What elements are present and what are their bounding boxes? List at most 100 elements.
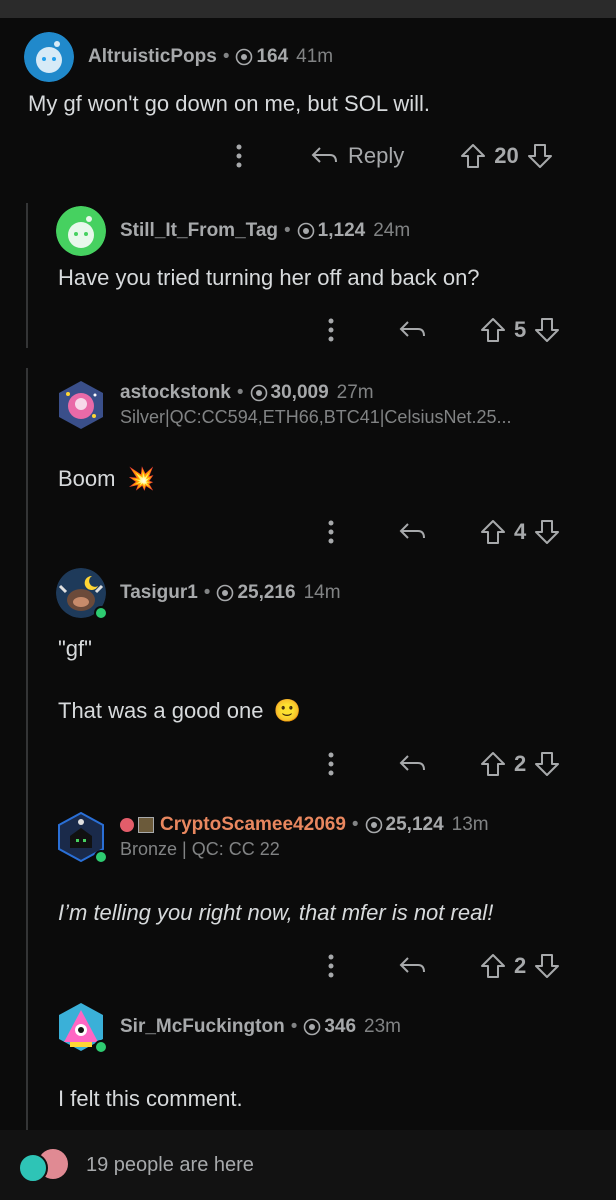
karma-icon (250, 384, 267, 402)
comment-actions: 2 (316, 946, 560, 986)
comment-header: AltruisticPops • 164 41m (24, 32, 333, 82)
status-bar (0, 0, 616, 18)
avatar-wrapper (56, 812, 108, 864)
karma-icon (297, 222, 314, 240)
comment-body: I felt this comment. (58, 1086, 243, 1111)
online-status-icon (94, 850, 108, 864)
karma-icon (365, 816, 382, 834)
karma-count: 25,216 (237, 582, 296, 603)
comment-body: Have you tried turning her off and back … (58, 265, 480, 290)
explosion-emoji: 💥 (127, 466, 156, 491)
separator-dot: • (290, 1016, 298, 1037)
presence-bar[interactable]: 19 people are here (0, 1130, 616, 1200)
reply-icon[interactable] (398, 955, 426, 977)
comment: astockstonk • 30,009 27m Silver|QC:CC594… (0, 368, 616, 568)
comment: Tasigur1 • 25,216 14m "gf" That was a go… (0, 558, 616, 808)
username[interactable]: AltruisticPops (88, 46, 217, 68)
vote-count: 2 (514, 953, 527, 978)
karma-icon (236, 48, 253, 66)
comment-text: That was a good one (58, 698, 264, 723)
username[interactable]: CryptoScamee42069 (160, 814, 346, 836)
upvote-icon[interactable] (480, 751, 506, 777)
upvote-icon[interactable] (460, 143, 486, 169)
more-options-icon[interactable] (316, 318, 346, 342)
karma-count: 25,124 (385, 814, 444, 835)
presence-avatars (14, 1147, 70, 1183)
avatar[interactable] (56, 206, 106, 256)
comment-actions: 5 (316, 310, 560, 350)
username[interactable]: Tasigur1 (120, 582, 198, 604)
reply-icon (311, 147, 337, 163)
avatar-wrapper (56, 568, 108, 620)
comment-header: CryptoScamee42069 • 25,124 13m Bronze | … (56, 812, 489, 864)
downvote-icon[interactable] (534, 953, 560, 979)
comment-actions: 4 (316, 512, 560, 552)
karma-icon (304, 1018, 321, 1036)
comment-text: Boom (58, 466, 116, 491)
upvote-icon[interactable] (480, 953, 506, 979)
karma-count: 30,009 (270, 382, 329, 403)
vote-count: 5 (514, 317, 527, 342)
reply-icon[interactable] (398, 521, 426, 543)
user-flair: Silver|QC:CC594,ETH66,BTC41|CelsiusNet.2… (120, 407, 512, 427)
comment-header: astockstonk • 30,009 27m Silver|QC:CC594… (56, 380, 512, 430)
avatar[interactable] (24, 32, 74, 82)
comment-feed[interactable]: AltruisticPops • 164 41m My gf won't go … (0, 18, 616, 1130)
karma-count: 164 (256, 46, 289, 67)
comment-header: Still_It_From_Tag • 1,124 24m (56, 206, 410, 256)
comment-actions: Reply 20 (224, 136, 553, 176)
comment-body-line: That was a good one 🙂 (58, 698, 301, 724)
comment-header: Tasigur1 • 25,216 14m (56, 568, 341, 620)
karma-icon (217, 584, 234, 602)
downvote-icon[interactable] (534, 317, 560, 343)
karma-count: 1,124 (317, 220, 366, 241)
comment-actions: 2 (316, 744, 560, 784)
upvote-icon[interactable] (480, 317, 506, 343)
separator-dot: • (351, 814, 359, 835)
avatar[interactable] (56, 380, 106, 430)
comment-age: 23m (364, 1016, 402, 1037)
avatar-wrapper (56, 1002, 108, 1054)
username[interactable]: Sir_McFuckington (120, 1016, 285, 1038)
vote-count: 2 (514, 751, 527, 776)
upvote-icon[interactable] (480, 519, 506, 545)
username[interactable]: Still_It_From_Tag (120, 220, 278, 242)
more-options-icon[interactable] (316, 752, 346, 776)
comment-body: Boom 💥 (58, 466, 155, 492)
comment: CryptoScamee42069 • 25,124 13m Bronze | … (0, 808, 616, 998)
username[interactable]: astockstonk (120, 382, 231, 404)
reply-icon[interactable] (398, 319, 426, 341)
comment-age: 27m (336, 382, 374, 403)
vote-count: 20 (494, 143, 519, 168)
karma-count: 346 (324, 1016, 357, 1037)
separator-dot: • (236, 382, 244, 403)
separator-dot: • (222, 46, 230, 67)
award-icon (138, 817, 154, 833)
comment-body-line: "gf" (58, 636, 92, 661)
more-options-icon[interactable] (316, 520, 346, 544)
online-status-icon (94, 1040, 108, 1054)
comment-age: 24m (373, 220, 411, 241)
more-options-icon[interactable] (224, 144, 254, 168)
vote-count: 4 (514, 519, 527, 544)
comment: Sir_McFuckington • 346 23m I felt this c… (0, 996, 616, 1130)
downvote-icon[interactable] (534, 751, 560, 777)
comment-body: I’m telling you right now, that mfer is … (58, 900, 494, 925)
smile-emoji: 🙂 (273, 698, 302, 723)
downvote-icon[interactable] (527, 143, 553, 169)
reply-icon[interactable] (398, 753, 426, 775)
reply-label: Reply (348, 143, 405, 168)
online-status-icon (94, 606, 108, 620)
user-flair: Bronze | QC: CC 22 (120, 839, 280, 859)
comment-age: 41m (296, 46, 334, 67)
badge-icon (120, 818, 134, 832)
comment-header: Sir_McFuckington • 346 23m (56, 1002, 402, 1054)
more-options-icon[interactable] (316, 954, 346, 978)
separator-dot: • (203, 582, 211, 603)
comment-age: 13m (451, 814, 489, 835)
presence-avatar (18, 1153, 48, 1183)
comment-body: My gf won't go down on me, but SOL will. (28, 91, 431, 116)
downvote-icon[interactable] (534, 519, 560, 545)
reply-button[interactable]: Reply (310, 143, 404, 169)
separator-dot: • (284, 220, 291, 241)
